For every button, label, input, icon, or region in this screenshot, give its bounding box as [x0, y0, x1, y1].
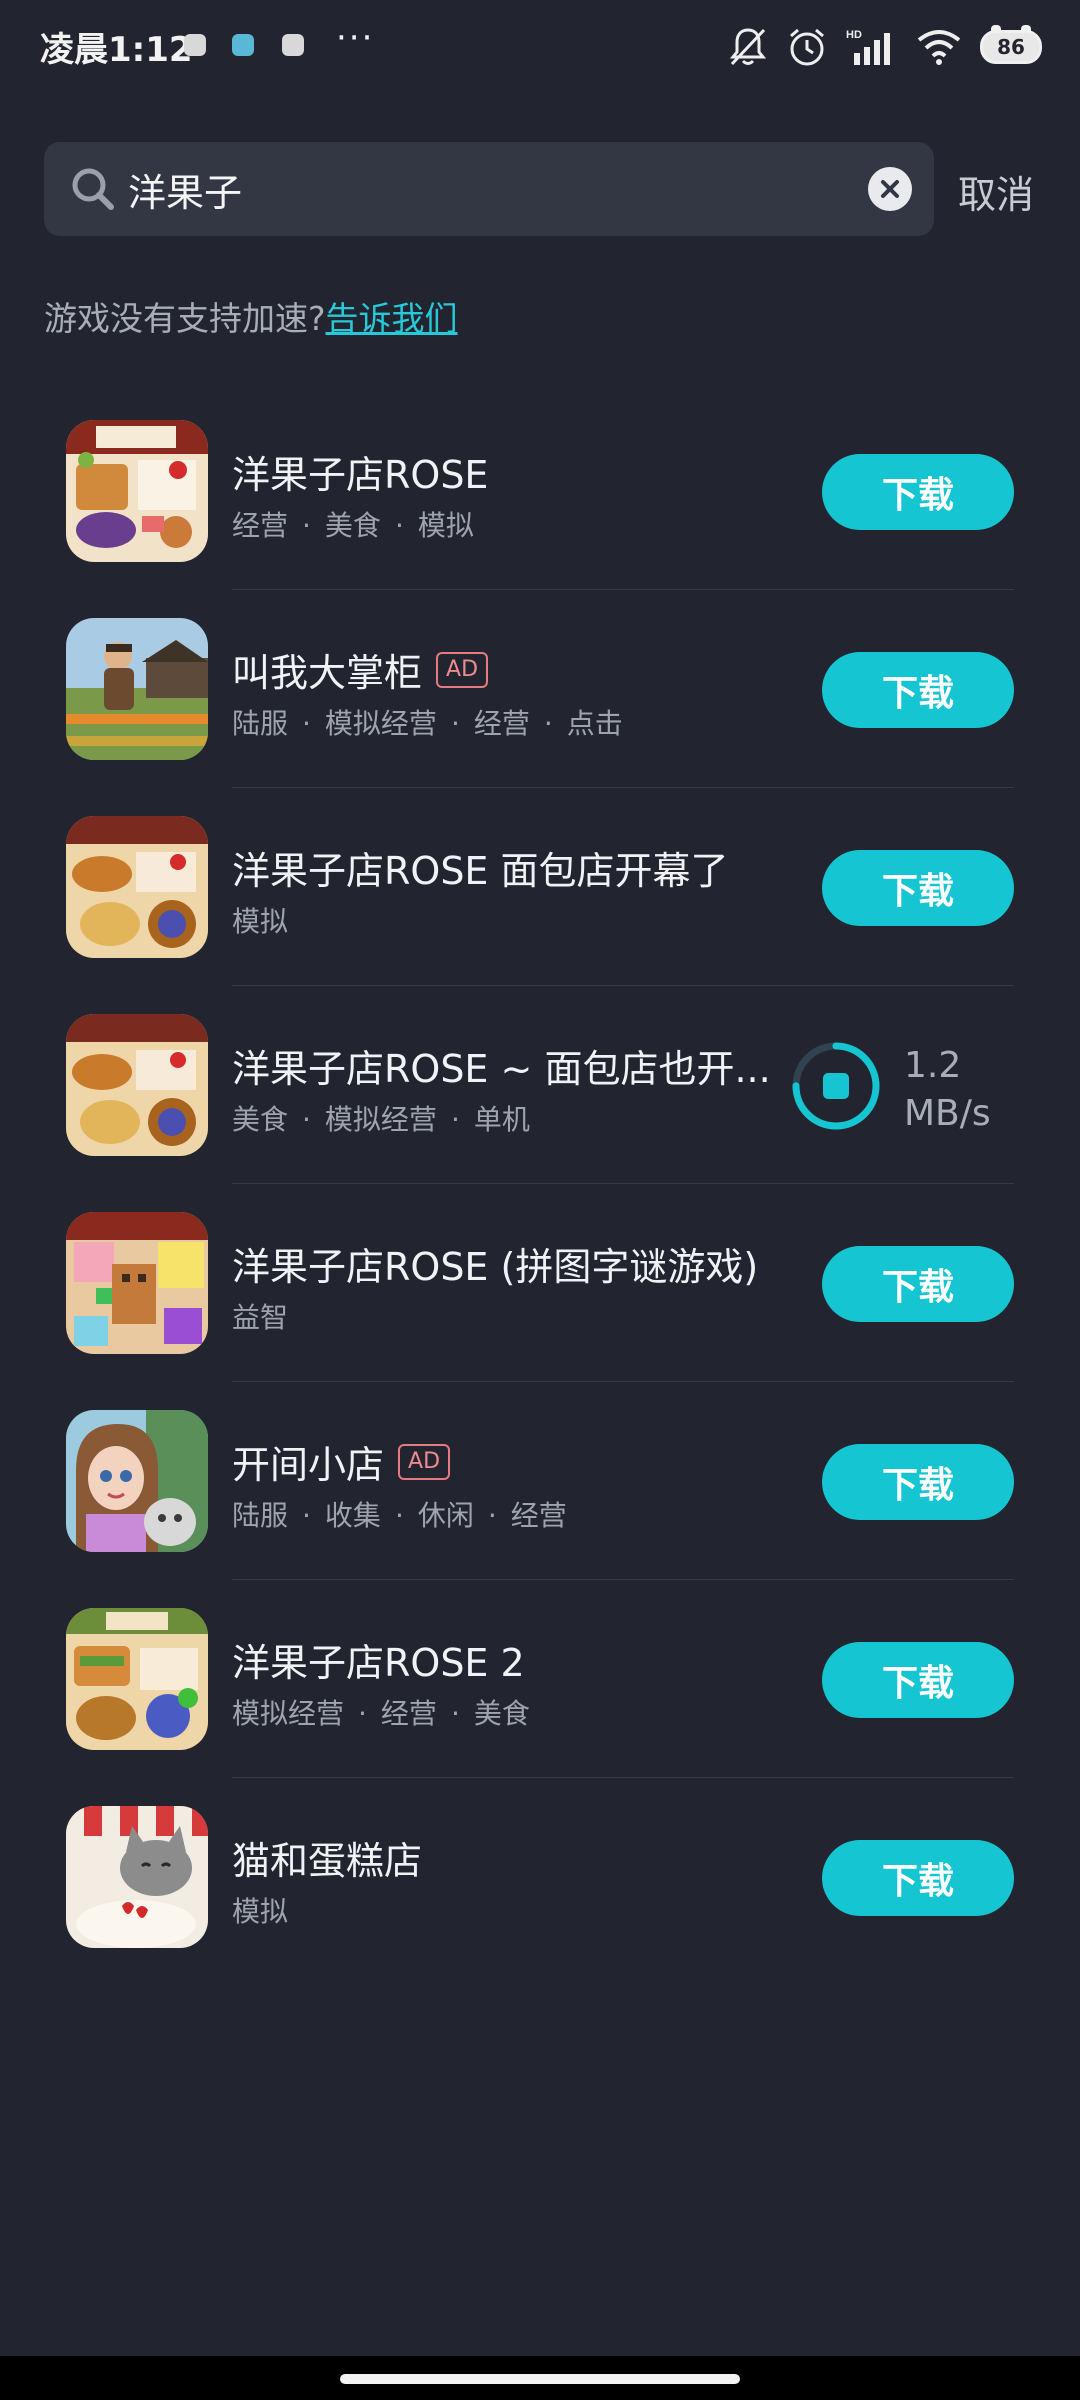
app-icon [66, 618, 208, 760]
app-name: 洋果子店ROSE ~ 面包店也开... [232, 1047, 771, 1091]
app-icon [66, 1608, 208, 1750]
pause-icon [823, 1073, 849, 1099]
list-item[interactable]: 洋果子店ROSE 2 模拟经营 · 经营 · 美食 下载 [0, 1580, 1080, 1778]
battery-level: 86 [997, 35, 1025, 59]
system-icons: HD 86 [728, 22, 1042, 72]
app-icon [66, 1410, 208, 1552]
list-item[interactable]: 开间小店 AD 陆服 · 收集 · 休闲 · 经营 下载 [0, 1382, 1080, 1580]
app-tags: 模拟 [232, 1895, 289, 1928]
alarm-icon [790, 28, 824, 66]
close-icon [881, 180, 899, 198]
download-button[interactable]: 下载 [822, 850, 1014, 926]
list-item[interactable]: 洋果子店ROSE 经营 · 美食 · 模拟 下载 [0, 392, 1080, 590]
app-name: 洋果子店ROSE 面包店开幕了 [232, 849, 729, 893]
svg-text:HD: HD [846, 29, 862, 41]
app-icon [66, 1806, 208, 1948]
list-item[interactable]: 猫和蛋糕店 模拟 下载 [0, 1778, 1080, 1976]
clear-search-button[interactable] [868, 167, 912, 211]
app-name: 洋果子店ROSE [232, 453, 489, 497]
download-button[interactable]: 下载 [822, 1642, 1014, 1718]
feedback-hint: 游戏没有支持加速?告诉我们 [44, 292, 458, 340]
download-button[interactable]: 下载 [822, 652, 1014, 728]
app-tags: 美食 · 模拟经营 · 单机 [232, 1103, 530, 1136]
list-item[interactable]: 洋果子店ROSE ~ 面包店也开... 美食 · 模拟经营 · 单机 1.2 MB/s [0, 986, 1080, 1184]
app-icon [66, 1212, 208, 1354]
download-speed: 1.2 MB/s [904, 1045, 991, 1134]
download-button[interactable]: 下载 [822, 1840, 1014, 1916]
ad-badge: AD [436, 651, 489, 688]
app-name: 叫我大掌柜 AD [232, 642, 489, 697]
app-tags: 模拟 [232, 905, 289, 938]
download-progress-button[interactable] [790, 1040, 882, 1132]
app-tags: 经营 · 美食 · 模拟 [232, 509, 474, 542]
app-name: 洋果子店ROSE 2 [232, 1641, 525, 1685]
app-icon [66, 816, 208, 958]
search-bar[interactable]: 洋果子 [44, 142, 934, 236]
download-button[interactable]: 下载 [822, 454, 1014, 530]
app-name: 猫和蛋糕店 [232, 1839, 423, 1883]
notification-app-icon [232, 34, 254, 56]
app-tags: 陆服 · 收集 · 休闲 · 经营 [232, 1499, 567, 1532]
more-notifications-icon: ··· [336, 18, 375, 58]
cancel-button[interactable]: 取消 [958, 164, 1034, 219]
app-tags: 模拟经营 · 经营 · 美食 [232, 1697, 530, 1730]
battery-icon: 86 [980, 25, 1042, 64]
cellular-signal-icon: HD [846, 29, 890, 65]
search-results-list: 洋果子店ROSE 经营 · 美食 · 模拟 下载 叫我大掌柜 AD 陆服 · 模拟经营 · 经营 ·… [0, 392, 1080, 1976]
home-indicator[interactable] [340, 2374, 740, 2384]
download-button[interactable]: 下载 [822, 1444, 1014, 1520]
app-tags: 益智 [232, 1301, 289, 1334]
wifi-icon [917, 30, 961, 65]
list-item[interactable]: 叫我大掌柜 AD 陆服 · 模拟经营 · 经营 · 点击 下载 [0, 590, 1080, 788]
download-button[interactable]: 下载 [822, 1246, 1014, 1322]
app-icon [66, 1014, 208, 1156]
notification-app-icon [282, 34, 304, 56]
status-time: 凌晨1:12 [40, 30, 193, 70]
search-input[interactable]: 洋果子 [128, 162, 242, 217]
app-name: 开间小店 AD [232, 1434, 451, 1489]
notification-app-icon [184, 34, 206, 56]
search-icon [72, 168, 114, 210]
tell-us-link[interactable]: 告诉我们 [326, 299, 458, 338]
list-item[interactable]: 洋果子店ROSE 面包店开幕了 模拟 下载 [0, 788, 1080, 986]
app-tags: 陆服 · 模拟经营 · 经营 · 点击 [232, 707, 623, 740]
mute-icon [729, 28, 767, 66]
app-name: 洋果子店ROSE (拼图字谜游戏) [232, 1245, 759, 1289]
hint-text: 游戏没有支持加速? [44, 299, 326, 338]
status-bar: 凌晨1:12 ··· HD 86 [0, 0, 1080, 96]
app-icon [66, 420, 208, 562]
ad-badge: AD [398, 1443, 451, 1480]
list-item[interactable]: 洋果子店ROSE (拼图字谜游戏) 益智 下载 [0, 1184, 1080, 1382]
